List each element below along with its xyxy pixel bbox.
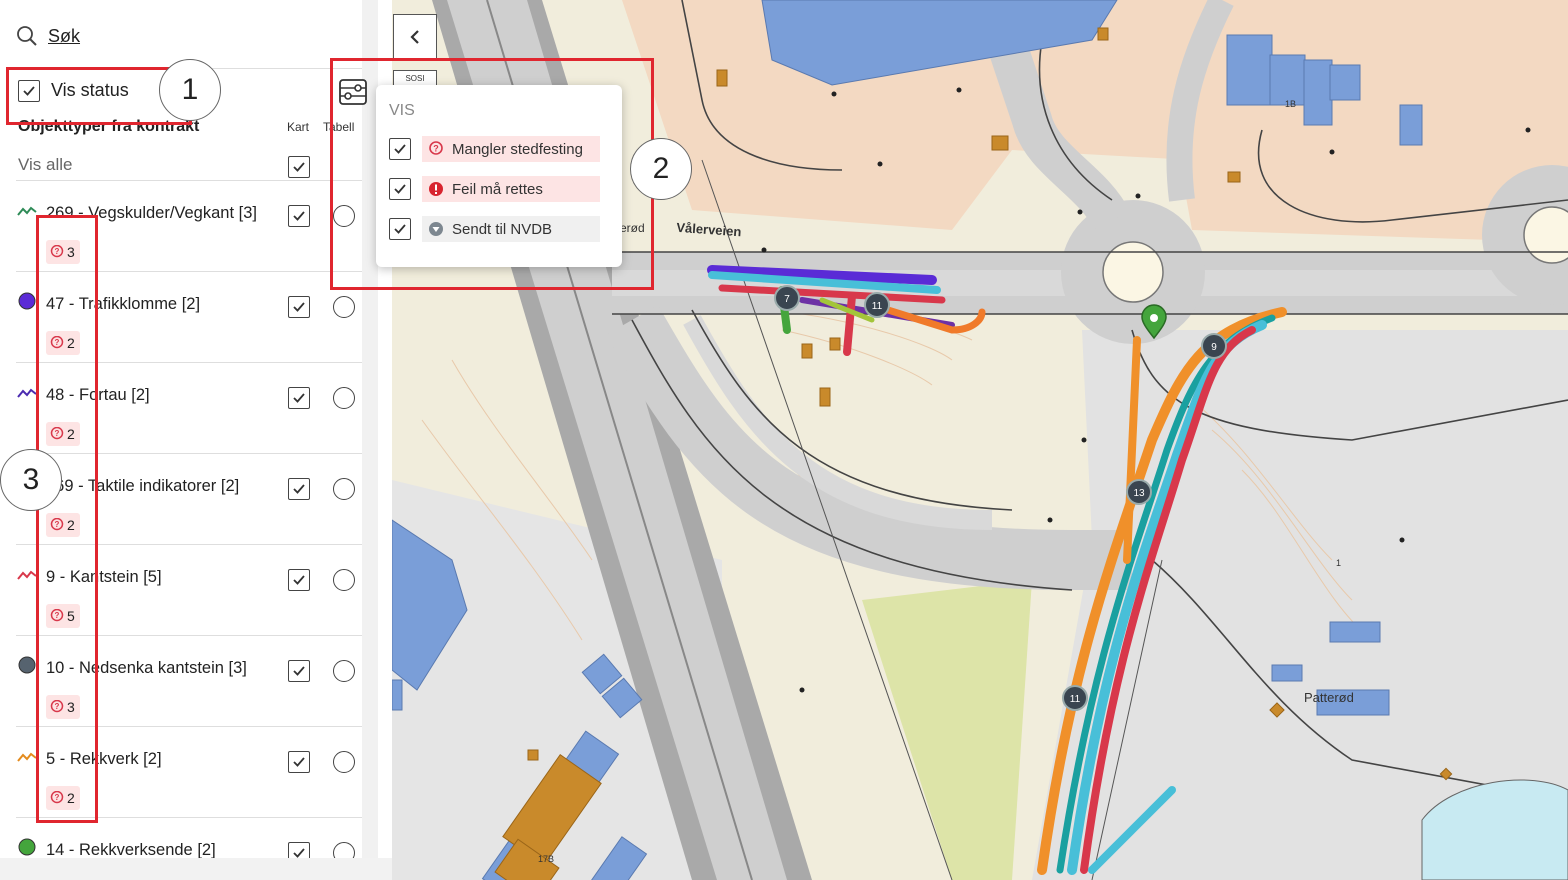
map-checkbox[interactable] — [288, 660, 310, 682]
check-icon — [293, 162, 305, 172]
table-radio[interactable] — [333, 478, 355, 500]
map-checkbox[interactable] — [288, 751, 310, 773]
cluster-label: 13 — [1133, 488, 1145, 499]
dot-purple-icon — [18, 292, 36, 310]
check-icon — [293, 666, 305, 676]
place-label: Patterød — [1304, 690, 1354, 705]
building-label: 17B — [538, 854, 554, 864]
annotation-marker-1: 1 — [159, 59, 221, 121]
vis-alle-checkbox[interactable] — [288, 156, 310, 178]
column-header-map: Kart — [287, 120, 310, 134]
map-checkbox[interactable] — [288, 296, 310, 318]
line-orange-icon — [17, 752, 37, 762]
collapse-sidebar-button[interactable] — [393, 14, 437, 60]
check-icon — [293, 211, 305, 221]
dot-green-icon — [18, 838, 36, 856]
map-checkbox[interactable] — [288, 387, 310, 409]
table-radio[interactable] — [333, 842, 355, 858]
check-icon — [293, 302, 305, 312]
check-icon — [293, 393, 305, 403]
annotation-box-2 — [330, 58, 654, 290]
search-icon — [17, 26, 37, 46]
bottom-bar — [0, 858, 392, 880]
map-checkbox[interactable] — [288, 205, 310, 227]
annotation-marker-3: 3 — [0, 449, 62, 511]
table-radio[interactable] — [333, 296, 355, 318]
chevron-left-icon — [410, 30, 419, 44]
list-item: 14 - Rekkverksende [2] — [16, 818, 362, 858]
building-label: 1 — [1336, 558, 1341, 568]
table-radio[interactable] — [333, 387, 355, 409]
annotation-marker-2: 2 — [630, 138, 692, 200]
search-label: Søk — [48, 25, 81, 46]
table-radio[interactable] — [333, 569, 355, 591]
map-checkbox[interactable] — [288, 842, 310, 858]
table-radio[interactable] — [333, 751, 355, 773]
line-red-icon — [17, 570, 37, 580]
line-purple-icon — [17, 388, 37, 398]
annotation-box-3 — [36, 215, 98, 823]
map-checkbox[interactable] — [288, 478, 310, 500]
building-label: 1B — [1285, 99, 1296, 109]
dot-gray-icon — [18, 656, 36, 674]
cluster-label: 11 — [872, 301, 883, 312]
map-checkbox[interactable] — [288, 569, 310, 591]
check-icon — [293, 484, 305, 494]
vis-alle-label: Vis alle — [18, 155, 73, 174]
cluster-label: 11 — [1070, 694, 1081, 705]
check-icon — [293, 848, 305, 858]
table-radio[interactable] — [333, 660, 355, 682]
search-link[interactable]: Søk — [16, 18, 80, 54]
cluster-label: 9 — [1211, 342, 1217, 353]
check-icon — [293, 757, 305, 767]
cluster-label: 7 — [784, 294, 790, 305]
check-icon — [293, 575, 305, 585]
line-green-icon — [17, 206, 37, 216]
list-item-label: 14 - Rekkverksende [2] — [46, 841, 216, 858]
